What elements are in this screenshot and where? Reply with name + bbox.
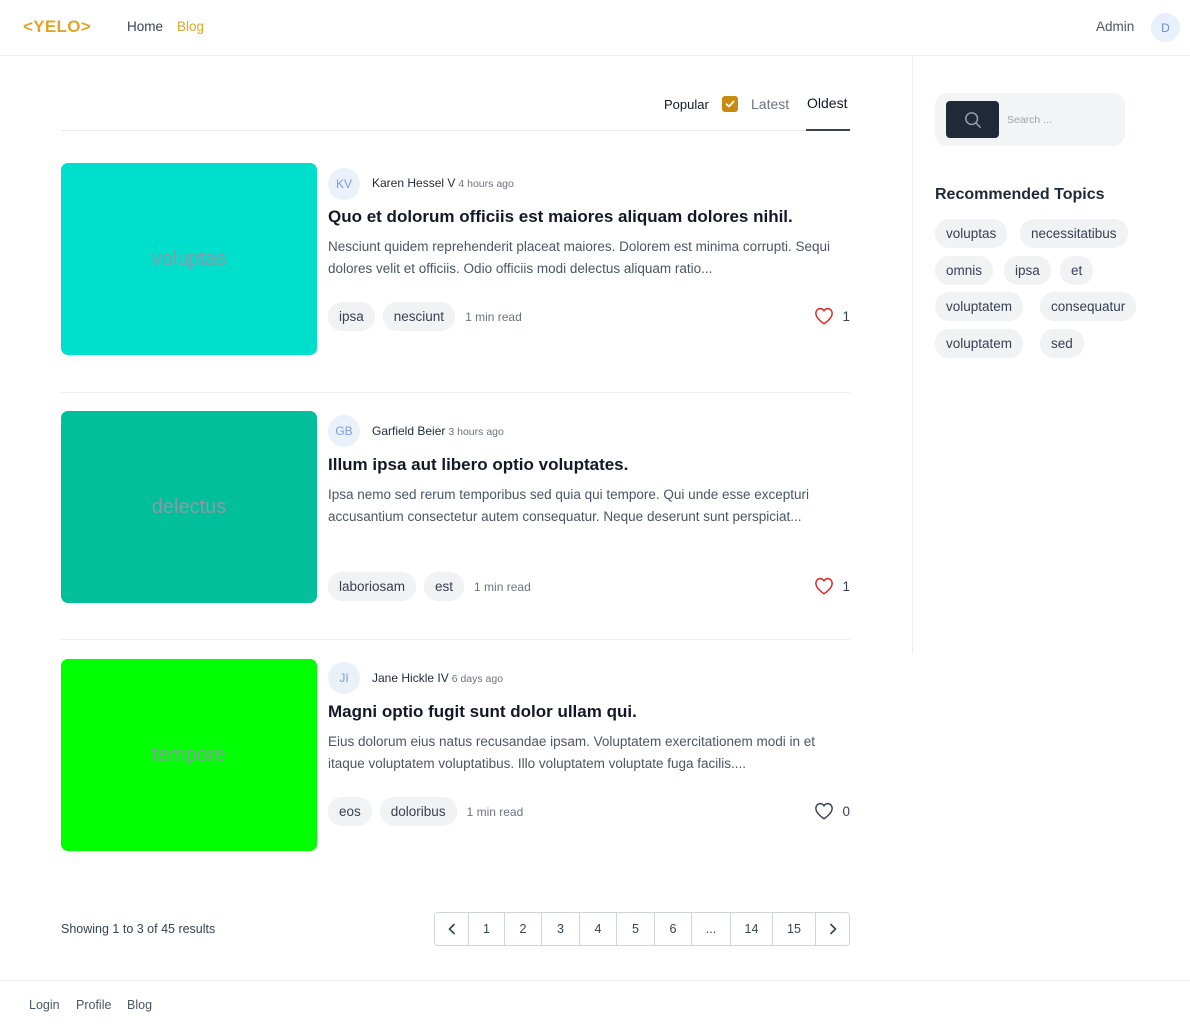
recommended-topics-title: Recommended Topics: [935, 186, 1105, 203]
page-button-6[interactable]: 6: [655, 913, 692, 945]
like-count: 0: [842, 803, 850, 819]
article-title[interactable]: Magni optio fugit sunt dolor ullam qui.: [328, 702, 848, 722]
tag-chip[interactable]: laboriosam: [328, 572, 417, 601]
article-divider: [61, 392, 850, 393]
heart-icon[interactable]: [814, 577, 834, 595]
author-name[interactable]: Karen Hessel V: [372, 176, 455, 190]
topic-chip[interactable]: sed: [1040, 329, 1084, 358]
footer-profile-link[interactable]: Profile: [76, 998, 111, 1012]
tag-chip[interactable]: doloribus: [379, 797, 457, 826]
user-avatar[interactable]: D: [1151, 13, 1180, 42]
tag-chip[interactable]: ipsa: [328, 302, 375, 331]
article-title[interactable]: Quo et dolorum officiis est maiores aliq…: [328, 207, 848, 227]
article-thumbnail[interactable]: delectus: [61, 411, 317, 603]
article-excerpt: Nesciunt quidem reprehenderit placeat ma…: [328, 239, 830, 276]
page-button-3[interactable]: 3: [542, 913, 580, 945]
article-tags: ipsa nesciunt 1 min read: [328, 302, 522, 331]
like-control[interactable]: 1: [814, 577, 850, 595]
like-control[interactable]: 1: [814, 307, 850, 325]
page-button-4[interactable]: 4: [580, 913, 617, 945]
page-button-14[interactable]: 14: [731, 913, 773, 945]
author-avatar[interactable]: JI: [328, 662, 360, 694]
chevron-right-icon: [829, 923, 837, 935]
search-icon: [964, 111, 981, 128]
page-button-2[interactable]: 2: [505, 913, 542, 945]
tag-chip[interactable]: nesciunt: [382, 302, 456, 331]
tab-oldest[interactable]: Oldest: [807, 95, 847, 111]
top-navbar: <YELO> Home Blog Admin D: [0, 0, 1190, 56]
author-name[interactable]: Jane Hickle IV: [372, 671, 449, 685]
article-card[interactable]: voluptas KV Karen Hessel V4 hours ago Qu…: [61, 163, 850, 355]
post-time: 6 days ago: [451, 673, 504, 685]
search-box: [935, 93, 1125, 146]
article-tags: laboriosam est 1 min read: [328, 572, 531, 601]
tag-chip[interactable]: eos: [328, 797, 372, 826]
sidebar-divider: [912, 56, 913, 654]
topic-chip[interactable]: voluptatem: [935, 329, 1024, 358]
prev-page-button[interactable]: [435, 913, 469, 945]
topic-chip[interactable]: consequatur: [1040, 292, 1137, 321]
author-meta: Garfield Beier 3 hours ago: [372, 424, 504, 438]
tab-latest[interactable]: Latest: [751, 96, 789, 112]
nav-home-link[interactable]: Home: [127, 19, 163, 34]
next-page-button[interactable]: [816, 913, 849, 945]
article-thumbnail[interactable]: voluptas: [61, 163, 317, 355]
topic-chip[interactable]: et: [1060, 256, 1094, 285]
article-tags: eos doloribus 1 min read: [328, 797, 523, 826]
page-button-5[interactable]: 5: [617, 913, 655, 945]
article-card[interactable]: tempore JI Jane Hickle IV 6 days ago Magn…: [61, 659, 850, 851]
chevron-left-icon: [447, 923, 455, 935]
popular-checkbox[interactable]: [722, 96, 738, 112]
pagination: 1 2 3 4 5 6 ... 14 15: [434, 912, 850, 946]
results-summary: Showing 1 to 3 of 45 results: [61, 922, 216, 936]
post-time: 4 hours ago: [458, 178, 514, 190]
nav-blog-link[interactable]: Blog: [177, 19, 204, 34]
topic-chip[interactable]: ipsa: [1004, 256, 1051, 285]
user-name[interactable]: Admin: [1096, 19, 1134, 34]
page-ellipsis: ...: [692, 913, 731, 945]
checkmark-icon: [725, 100, 735, 108]
page-button-1[interactable]: 1: [469, 913, 505, 945]
topic-chip[interactable]: voluptatem: [935, 292, 1024, 321]
author-avatar[interactable]: KV: [328, 168, 360, 200]
like-count: 1: [842, 578, 850, 594]
read-time: 1 min read: [466, 804, 524, 819]
article-thumbnail[interactable]: tempore: [61, 659, 317, 851]
like-control[interactable]: 0: [814, 802, 850, 820]
author-meta: Karen Hessel V4 hours ago: [372, 176, 514, 190]
article-card[interactable]: delectus GB Garfield Beier 3 hours ago Il…: [61, 411, 850, 603]
tag-chip[interactable]: est: [424, 572, 465, 601]
read-time: 1 min read: [474, 579, 531, 594]
search-button[interactable]: [946, 101, 999, 138]
sort-tabs: Popular Latest Oldest: [61, 84, 850, 131]
read-time: 1 min read: [465, 309, 522, 324]
topic-chip[interactable]: necessitatibus: [1020, 219, 1128, 248]
author-name[interactable]: Garfield Beier: [372, 424, 445, 438]
article-title[interactable]: Illum ipsa aut libero optio voluptates.: [328, 455, 848, 475]
like-count: 1: [842, 308, 850, 324]
logo[interactable]: <YELO>: [23, 17, 91, 37]
search-input[interactable]: [1007, 110, 1117, 130]
footer-blog-link[interactable]: Blog: [127, 998, 152, 1012]
page-button-15[interactable]: 15: [773, 913, 816, 945]
author-meta: Jane Hickle IV 6 days ago: [372, 671, 503, 685]
topic-chip[interactable]: omnis: [935, 256, 994, 285]
footer: Login Profile Blog: [0, 980, 1190, 1028]
article-excerpt: Eius dolorum eius natus recusandae ipsam…: [328, 734, 816, 771]
post-time: 3 hours ago: [448, 426, 504, 438]
footer-login-link[interactable]: Login: [29, 998, 60, 1012]
active-tab-indicator: [806, 129, 850, 131]
heart-icon[interactable]: [814, 802, 834, 820]
article-divider: [61, 639, 850, 640]
article-excerpt: Ipsa nemo sed rerum temporibus sed quia …: [328, 487, 810, 524]
topic-chip[interactable]: voluptas: [935, 219, 1008, 248]
sort-popular-label[interactable]: Popular: [664, 97, 709, 112]
heart-icon[interactable]: [814, 307, 834, 325]
author-avatar[interactable]: GB: [328, 415, 360, 447]
